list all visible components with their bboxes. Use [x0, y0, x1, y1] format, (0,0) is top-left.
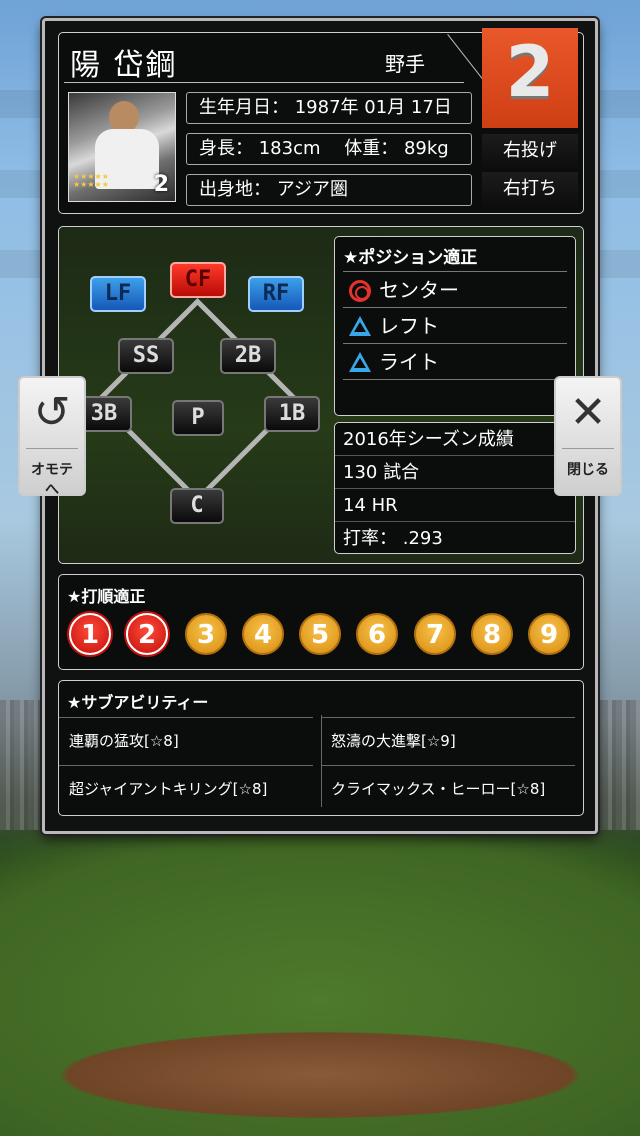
order-4: 4 [242, 613, 284, 655]
close-button[interactable]: ✕ 閉じる [554, 376, 622, 496]
undo-arrow-icon: ↺ [33, 387, 71, 438]
ability-item: 超ジャイアントキリング[☆8] [59, 765, 313, 811]
aptitude-label: レフト [379, 314, 439, 338]
order-2: 2 [126, 613, 168, 655]
position-aptitude-box: ★ポジション適正 センター レフト ライト [334, 236, 576, 416]
season-games: 130 試合 [335, 456, 575, 489]
uniform-number-badge: 2 [482, 28, 578, 128]
ability-item: 怒濤の大進撃[☆9] [321, 717, 575, 763]
order-5: 5 [299, 613, 341, 655]
aptitude-row: ライト [343, 343, 567, 379]
batting-order-box: ★打順適正 1 2 3 4 5 6 7 8 9 [58, 574, 584, 670]
flip-front-button[interactable]: ↺ オモテへ [18, 376, 86, 499]
season-hr: 14 HR [335, 489, 575, 522]
position-p[interactable]: P [172, 400, 224, 436]
sub-ability-title: ★サブアビリティー [67, 693, 209, 712]
position-1b[interactable]: 1B [264, 396, 320, 432]
position-label: 野手 [385, 52, 425, 76]
close-label: 閉じる [562, 448, 614, 479]
position-lf[interactable]: LF [90, 276, 146, 312]
position-rf[interactable]: RF [248, 276, 304, 312]
photo-number: 2 [153, 172, 169, 197]
aptitude-row: センター [343, 271, 567, 307]
ability-item: クライマックス・ヒーロー[☆8] [321, 765, 575, 811]
position-2b[interactable]: 2B [220, 338, 276, 374]
triangle-icon [349, 316, 371, 336]
order-8: 8 [471, 613, 513, 655]
batting-order-title: ★打順適正 [67, 587, 146, 606]
aptitude-label: センター [379, 278, 459, 302]
birthplace-field: 出身地： アジア圏 [186, 174, 472, 206]
order-9: 9 [528, 613, 570, 655]
season-stats-box: 2016年シーズン成績 130 試合 14 HR 打率： .293 [334, 422, 576, 554]
rarity-stars-icon: ★★★★★ ★★★★★ [73, 172, 109, 189]
order-7: 7 [414, 613, 456, 655]
divider [64, 82, 464, 83]
order-3: 3 [185, 613, 227, 655]
throws-label: 右投げ [482, 134, 578, 168]
ability-item: 連覇の猛攻[☆8] [59, 717, 313, 763]
double-circle-icon [349, 280, 371, 302]
season-avg: 打率： .293 [343, 528, 443, 549]
position-cf[interactable]: CF [170, 262, 226, 298]
divider [343, 379, 567, 380]
aptitude-row: レフト [343, 307, 567, 343]
season-title: 2016年シーズン成績 [335, 423, 575, 456]
position-aptitude-title: ★ポジション適正 [343, 248, 478, 268]
player-name: 陽 岱鋼 [70, 48, 178, 83]
order-1: 1 [69, 613, 111, 655]
birthdate-field: 生年月日： 1987年 01月 17日 [186, 92, 472, 124]
height-weight-field: 身長： 183cm 体重： 89kg [186, 133, 472, 165]
aptitude-label: ライト [379, 350, 439, 374]
sub-ability-box: ★サブアビリティー 連覇の猛攻[☆8] 怒濤の大進撃[☆9] 超ジャイアントキリ… [58, 680, 584, 816]
bats-label: 右打ち [482, 172, 578, 206]
position-ss[interactable]: SS [118, 338, 174, 374]
close-icon: ✕ [569, 387, 607, 438]
flip-front-label: オモテへ [26, 448, 78, 499]
triangle-icon [349, 352, 371, 372]
order-6: 6 [356, 613, 398, 655]
player-photo: ★★★★★ ★★★★★ 2 [68, 92, 176, 202]
position-c[interactable]: C [170, 488, 224, 524]
